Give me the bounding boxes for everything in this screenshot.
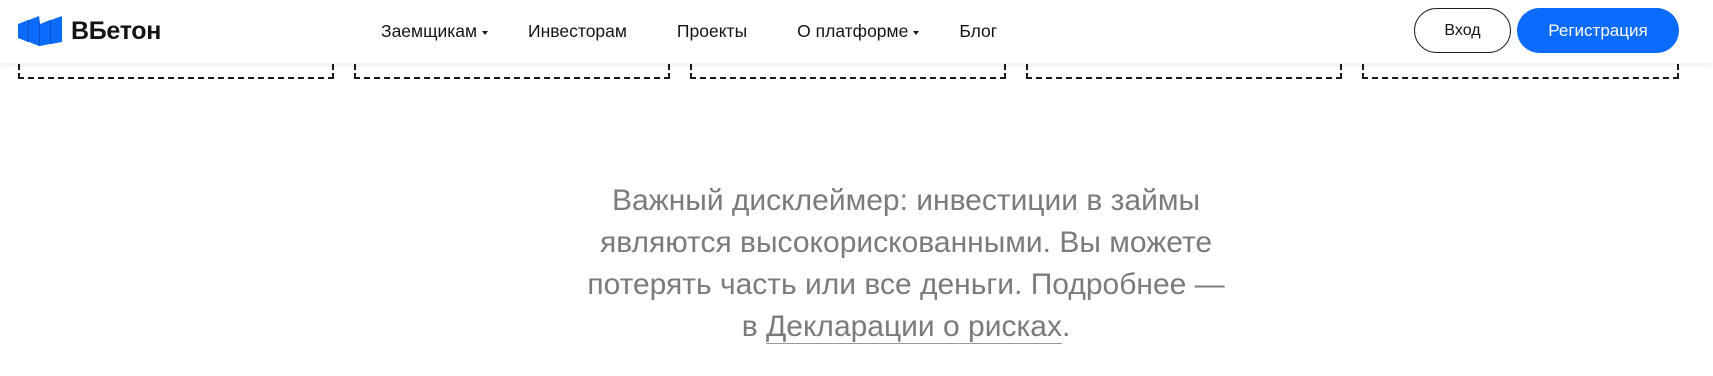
nav-item-label: Заемщикам	[381, 21, 478, 41]
logo[interactable]: ВБетон	[18, 15, 161, 47]
login-button[interactable]: Вход	[1414, 8, 1511, 53]
disclaimer-prefix: в	[741, 310, 766, 343]
disclaimer-line: потерять часть или все деньги. Подробнее…	[587, 268, 1225, 301]
nav-item-label: О платформе	[797, 21, 909, 41]
site-header: ВБетон Заемщикам Инвесторам Проекты О пл…	[0, 0, 1713, 63]
nav-item-projects[interactable]: Проекты	[677, 21, 747, 42]
nav-item-about-platform[interactable]: О платформе	[797, 21, 920, 42]
nav-item-label: Блог	[959, 21, 998, 41]
caret-down-icon	[482, 30, 489, 35]
logo-icon	[18, 16, 62, 46]
disclaimer-line: в Декларации о рисках.	[556, 306, 1256, 348]
nav-item-investors[interactable]: Инвесторам	[528, 21, 627, 42]
disclaimer-line: являются высокорискованными. Вы можете	[599, 226, 1213, 259]
logo-text: ВБетон	[71, 16, 162, 45]
nav-item-label: Проекты	[676, 21, 748, 41]
nav-item-borrowers[interactable]: Заемщикам	[381, 21, 489, 42]
disclaimer-line: Важный дисклеймер: инвестиции в займы	[611, 184, 1201, 217]
risk-disclaimer: Важный дисклеймер: инвестиции в займы яв…	[556, 180, 1256, 348]
disclaimer-suffix: .	[1061, 310, 1071, 343]
nav-item-blog[interactable]: Блог	[959, 21, 997, 42]
register-button[interactable]: Регистрация	[1517, 8, 1679, 53]
nav-item-label: Инвесторам	[528, 21, 627, 41]
caret-down-icon	[913, 30, 920, 35]
main-nav: Заемщикам Инвесторам Проекты О платформе…	[381, 0, 997, 63]
risk-declaration-link[interactable]: Декларации о рисках	[765, 310, 1062, 344]
